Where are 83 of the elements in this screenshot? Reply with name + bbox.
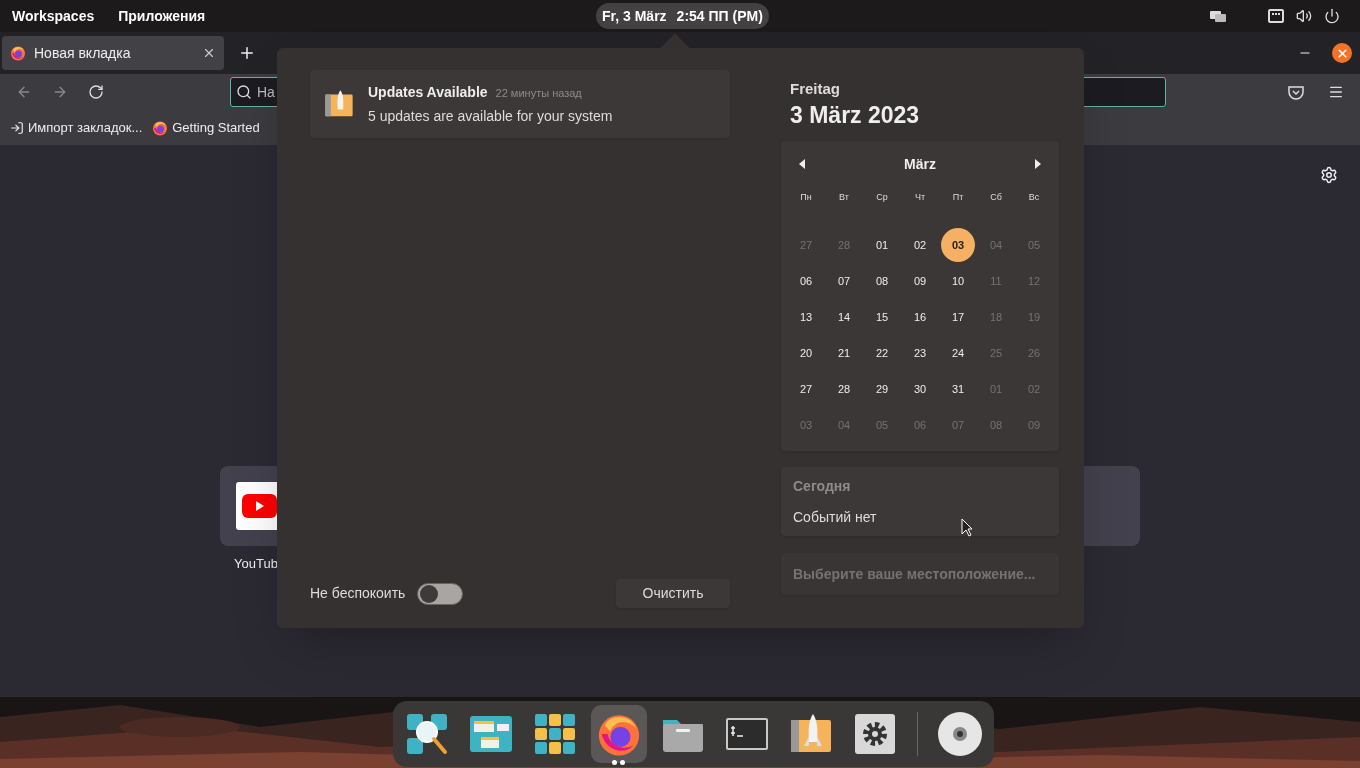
events-message: Событий нет [793,507,877,527]
weekday-label: Пт [951,190,965,204]
volume-icon[interactable] [1296,8,1312,24]
events-heading: Сегодня [793,476,852,496]
tab-title: Новая вкладка [34,43,132,63]
clear-button[interactable]: Очистить [616,579,730,608]
import-icon [10,120,24,135]
cursor-icon [961,518,973,537]
calendar-day[interactable]: 22 [865,336,899,371]
dock-item[interactable] [591,705,647,763]
bookmark-link[interactable]: Getting Started [172,117,260,138]
shortcut-tile[interactable] [1084,466,1140,546]
menu-icon[interactable] [1328,84,1344,100]
shortcut-tile[interactable] [220,466,277,546]
do-not-disturb-switch[interactable] [417,582,464,605]
firefox-icon [10,45,26,61]
calendar-day[interactable]: 08 [865,264,899,299]
weekday-label: Сб [989,190,1003,204]
toggle-label: Не беспокоить [310,584,406,603]
calendar-day[interactable]: 10 [941,264,975,299]
weekday-label: Вт [838,190,850,204]
calendar-day[interactable]: 06 [789,264,823,299]
calendar-day[interactable]: 23 [903,336,937,371]
shortcut-label: YouTub [234,555,278,573]
notification-title: Updates Available [368,82,488,102]
play-icon [242,494,277,518]
forward-icon[interactable] [52,84,68,100]
disc-icon[interactable] [937,711,983,757]
calendar-day[interactable]: 15 [865,300,899,335]
display-icon[interactable] [1210,9,1226,23]
url-placeholder: На [257,82,275,102]
calendar-day[interactable]: 16 [903,300,937,335]
close-icon[interactable] [202,46,216,60]
reload-icon[interactable] [88,84,104,100]
bookmark-link[interactable]: Импорт закладок... [28,117,143,138]
calendar-day[interactable]: 21 [827,336,861,371]
weekday-label: Вс [1027,190,1041,204]
next-month-icon[interactable] [1035,159,1041,170]
previous-month-icon[interactable] [799,159,805,170]
calendar-day[interactable]: 02 [903,228,937,263]
firefox-icon [152,119,169,136]
back-icon[interactable] [16,84,32,100]
notification-body: 5 updates are available for your system [368,106,613,126]
weekday-heading: Freitag [790,79,841,99]
notification-time: 22 минуты назад [495,85,582,101]
calendar-day[interactable]: 07 [827,264,861,299]
weekday-label: Пн [799,190,813,204]
calendar-day[interactable]: 28 [827,372,861,407]
date-heading: 3 März 2023 [790,100,921,130]
calendar-day[interactable]: 24 [941,336,975,371]
calendar-day[interactable]: 01 [865,228,899,263]
magnifier-icon[interactable] [405,712,449,756]
rocket-icon [324,89,354,119]
clock-pill[interactable]: Fr, 3 März 2:54 ПП (PM) [596,3,769,29]
calendar-day[interactable]: 29 [865,372,899,407]
settings-icon[interactable] [1320,166,1338,184]
keyboard-icon[interactable] [1268,9,1284,23]
gear-icon[interactable] [853,712,897,756]
calendar-day[interactable]: 09 [903,264,937,299]
browser-tab[interactable]: Новая вкладка [2,36,224,70]
weekday-label: Чт [913,190,927,204]
panel-menu[interactable]: Приложения [118,5,206,27]
app-grid-icon[interactable] [533,712,577,756]
calendar-day[interactable]: 30 [903,372,937,407]
search-icon [236,84,252,100]
panel-menu[interactable]: Workspaces [12,5,95,27]
power-icon[interactable] [1324,8,1340,24]
calendar-day[interactable]: 17 [941,300,975,335]
calendar-day[interactable]: 14 [827,300,861,335]
month-title: März [904,154,936,174]
calendar-day[interactable]: 13 [789,300,823,335]
clock-date: Fr, 3 März [602,6,667,26]
new-tab-icon[interactable] [238,44,256,62]
close-icon [1335,46,1349,60]
clock-time: 2:54 ПП (PM) [676,6,763,26]
close-window-button[interactable] [1332,43,1352,63]
weekday-label: Ср [875,190,889,204]
calendar-day[interactable]: 03 [941,228,975,263]
calendar-day[interactable]: 20 [789,336,823,371]
calendar-day[interactable]: 31 [941,372,975,407]
calendar-day[interactable]: 27 [789,372,823,407]
notification-card[interactable]: Updates Available 22 минуты назад 5 updates are available for your system [310,70,730,138]
pocket-icon[interactable] [1288,84,1304,100]
